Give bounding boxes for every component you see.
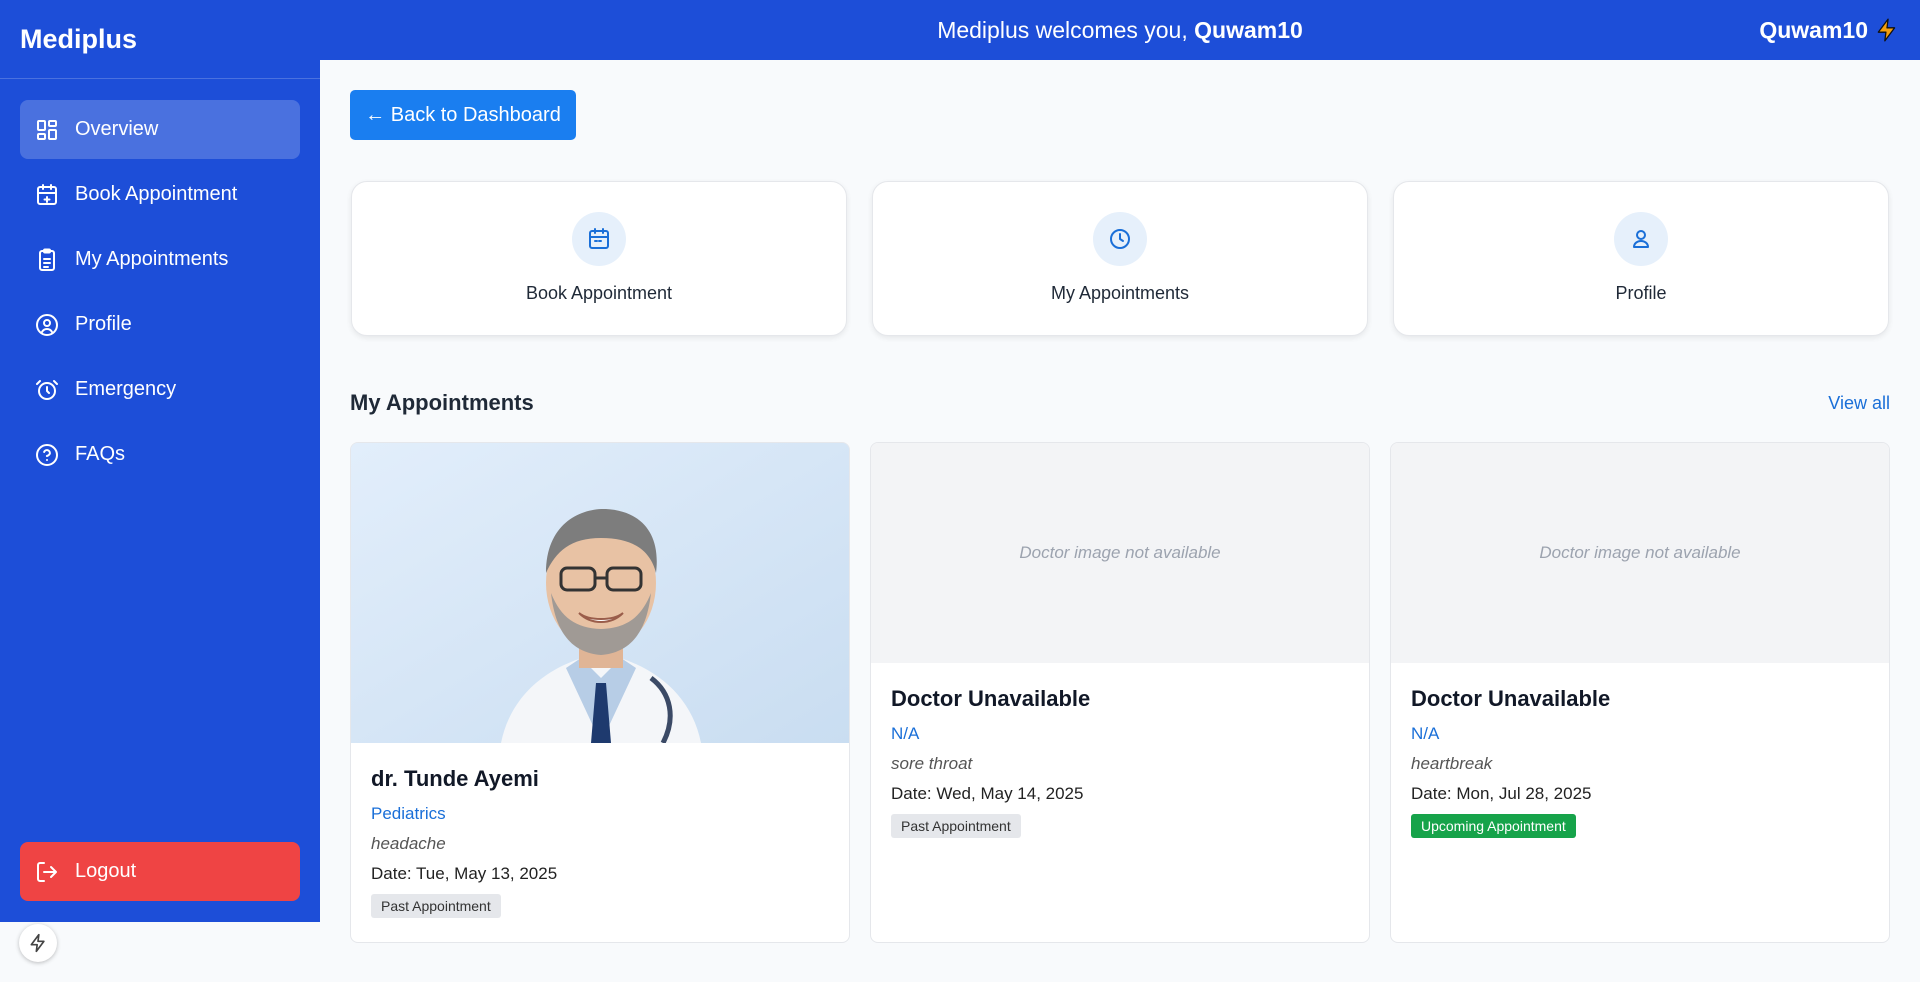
- appointment-card[interactable]: Doctor image not available Doctor Unavai…: [1390, 442, 1890, 943]
- quick-action-label: Profile: [1615, 283, 1667, 303]
- sidebar-item-emergency[interactable]: Emergency: [20, 360, 300, 419]
- user-name: Quwam10: [1759, 16, 1868, 43]
- user-menu[interactable]: Quwam10: [1759, 0, 1900, 60]
- appointment-reason: sore throat: [891, 754, 973, 773]
- doctor-specialty: N/A: [1411, 724, 1440, 743]
- doctor-photo: [351, 443, 849, 743]
- doctor-specialty: N/A: [891, 724, 920, 743]
- quick-action-book-appointment[interactable]: Book Appointment: [351, 181, 847, 336]
- sidebar-item-profile[interactable]: Profile: [20, 295, 300, 354]
- sidebar-item-overview[interactable]: Overview: [20, 100, 300, 159]
- quick-action-icon-wrap: [1614, 212, 1668, 266]
- bolt-icon: [30, 933, 45, 953]
- sidebar-item-book-appointment[interactable]: Book Appointment: [20, 165, 300, 224]
- doctor-image-placeholder: Doctor image not available: [1391, 443, 1889, 663]
- bolt-fab-button[interactable]: [19, 924, 57, 962]
- appointment-info: dr. Tunde Ayemi Pediatrics headache Date…: [371, 766, 829, 918]
- appointment-date: Date: Wed, May 14, 2025: [891, 784, 1084, 803]
- brand-logo[interactable]: Mediplus: [20, 0, 137, 78]
- sidebar-item-label: FAQs: [75, 443, 126, 465]
- welcome-prefix: Mediplus welcomes you,: [937, 17, 1195, 43]
- sidebar: Overview Book Appointment My Appointment…: [0, 0, 320, 922]
- back-to-dashboard-button[interactable]: ← Back to Dashboard: [350, 90, 576, 140]
- welcome-user: Quwam10: [1194, 17, 1303, 43]
- status-badge: Upcoming Appointment: [1411, 814, 1576, 838]
- logout-button[interactable]: Logout: [20, 842, 300, 901]
- doctor-specialty: Pediatrics: [371, 804, 446, 823]
- help-circle-icon: [36, 443, 58, 466]
- alarm-clock-icon: [36, 379, 58, 400]
- layout-grid-icon: [37, 119, 57, 140]
- appointment-info: Doctor Unavailable N/A heartbreak Date: …: [1411, 686, 1869, 838]
- bolt-icon: [1877, 18, 1896, 42]
- sidebar-divider: [0, 78, 320, 79]
- view-all-link[interactable]: View all: [1828, 393, 1890, 414]
- section-title: My Appointments: [350, 390, 534, 415]
- doctor-name: Doctor Unavailable: [1411, 686, 1611, 711]
- sidebar-item-faqs[interactable]: FAQs: [20, 425, 300, 484]
- quick-action-profile[interactable]: Profile: [1393, 181, 1889, 336]
- calendar-icon: [589, 228, 609, 249]
- sidebar-item-label: Emergency: [75, 378, 177, 400]
- sidebar-item-label: Overview: [75, 118, 159, 140]
- sidebar-item-label: My Appointments: [75, 248, 229, 270]
- doctor-name: dr. Tunde Ayemi: [371, 766, 539, 791]
- doctor-portrait-illustration: [351, 443, 849, 743]
- appointment-date: Date: Mon, Jul 28, 2025: [1411, 784, 1592, 803]
- logout-label: Logout: [75, 860, 137, 882]
- sidebar-item-my-appointments[interactable]: My Appointments: [20, 230, 300, 289]
- top-header: Mediplus welcomes you, Quwam10 Quwam10: [0, 0, 1920, 60]
- sidebar-nav: Overview Book Appointment My Appointment…: [20, 100, 300, 490]
- status-badge: Past Appointment: [891, 814, 1021, 838]
- welcome-message: Mediplus welcomes you, Quwam10: [320, 0, 1920, 60]
- status-badge: Past Appointment: [371, 894, 501, 918]
- appointment-card[interactable]: dr. Tunde Ayemi Pediatrics headache Date…: [350, 442, 850, 943]
- sidebar-item-label: Book Appointment: [75, 183, 238, 205]
- doctor-image-placeholder: Doctor image not available: [871, 443, 1369, 663]
- calendar-plus-icon: [37, 183, 57, 205]
- sidebar-item-label: Profile: [75, 313, 132, 335]
- quick-action-label: My Appointments: [1050, 283, 1190, 303]
- appointment-info: Doctor Unavailable N/A sore throat Date:…: [891, 686, 1349, 838]
- quick-action-label: Book Appointment: [525, 283, 673, 303]
- quick-action-icon-wrap: [572, 212, 626, 266]
- logout-icon: [37, 861, 57, 882]
- appointment-reason: headache: [371, 834, 446, 853]
- quick-action-icon-wrap: [1093, 212, 1147, 266]
- user-circle-icon: [36, 313, 58, 336]
- appointment-card[interactable]: Doctor image not available Doctor Unavai…: [870, 442, 1370, 943]
- appointment-reason: heartbreak: [1411, 754, 1493, 773]
- user-icon: [1633, 230, 1649, 248]
- appointment-date: Date: Tue, May 13, 2025: [371, 864, 558, 883]
- clock-icon: [1110, 229, 1130, 249]
- quick-action-my-appointments[interactable]: My Appointments: [872, 181, 1368, 336]
- clipboard-list-icon: [39, 248, 55, 271]
- doctor-name: Doctor Unavailable: [891, 686, 1091, 711]
